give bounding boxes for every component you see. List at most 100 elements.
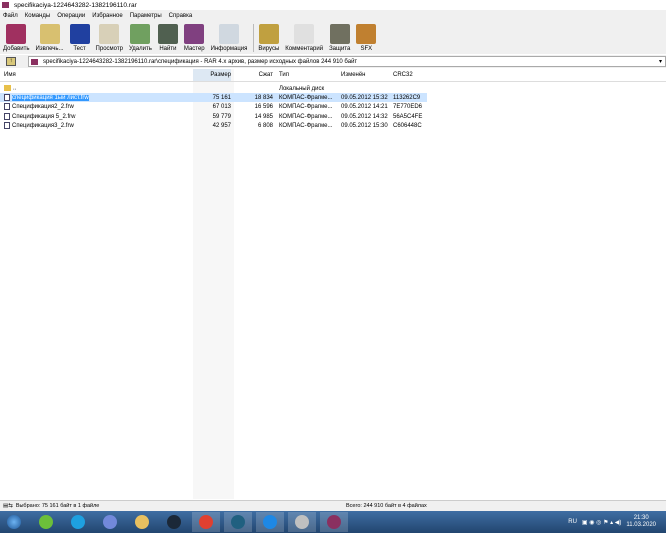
title-bar: specifikaciya-1224643282-1382196110.rar [0, 0, 666, 10]
file-crc: 113262C9 [393, 94, 421, 101]
utorrent-icon [39, 515, 53, 529]
toolbar-label: Мастер [183, 46, 205, 52]
frw-file-icon [4, 112, 10, 120]
taskbar-app-explorer[interactable] [128, 512, 156, 532]
list-header: Имя Размер Сжат Тип Изменён CRC32 [0, 69, 666, 82]
clock[interactable]: 21:30 11.03.2020 [626, 515, 656, 529]
menu-file[interactable]: Файл [3, 13, 18, 19]
column-size[interactable]: Размер [193, 69, 231, 81]
toolbar-label: Защита [329, 46, 351, 52]
file-size: 67 013 [212, 104, 231, 110]
file-modified: 09.05.2012 14:32 [341, 113, 388, 120]
chrome-icon [199, 515, 213, 529]
tool-app-icon [295, 515, 309, 529]
toolbar-button-5[interactable]: Найти [157, 24, 178, 52]
date: 11.03.2020 [626, 522, 656, 528]
file-size: 75 161 [212, 94, 231, 101]
column-name[interactable]: Имя [4, 72, 16, 78]
file-type: КОМПАС-Фрагме... [279, 123, 333, 129]
toolbar-button-7[interactable]: Информация [210, 24, 248, 52]
frw-file-icon [4, 103, 10, 111]
toolbar-button-8[interactable]: Вирусы [258, 24, 279, 52]
file-type: КОМПАС-Фрагме... [279, 94, 333, 101]
taskbar-app-heart-app[interactable] [256, 512, 284, 532]
file-size: 42 957 [212, 123, 231, 129]
protect-icon [329, 24, 350, 44]
toolbar-button-4[interactable]: Удалить [129, 24, 152, 52]
menu-commands[interactable]: Команды [25, 13, 50, 19]
toolbar-label: Найти [159, 46, 177, 52]
up-folder-button[interactable]: ↑ [6, 57, 16, 66]
sfx-icon [356, 24, 377, 44]
menu-operations[interactable]: Операции [57, 13, 85, 19]
taskbar-app-winrar[interactable] [320, 512, 348, 532]
toolbar-label: Вирусы [258, 46, 280, 52]
toolbar-button-10[interactable]: Защита [329, 24, 350, 52]
address-bar: ↑ specifikaciya-1224643282-1382196110.ra… [0, 55, 666, 68]
folder-icon [4, 85, 11, 92]
toolbar-button-0[interactable]: Добавить [3, 24, 30, 52]
language-indicator[interactable]: RU [568, 519, 577, 525]
taskbar-app-kompas[interactable] [224, 512, 252, 532]
chevron-down-icon[interactable]: ▾ [659, 58, 665, 65]
file-type: КОМПАС-Фрагме... [279, 104, 333, 110]
file-name-cell: Спецификация3_2.frw [4, 122, 74, 130]
taskbar: RU ▣ ◉ ◎ ⚑ ▴ ◀) 21:30 11.03.2020 [0, 511, 666, 533]
menu-bar: Файл Команды Операции Избранное Параметр… [0, 10, 666, 21]
kompas-icon [231, 515, 245, 529]
file-modified: 09.05.2012 14:21 [341, 104, 388, 110]
taskbar-app-chrome[interactable] [192, 512, 220, 532]
address-path: specifikaciya-1224643282-1382196110.rar\… [43, 58, 358, 65]
frw-file-icon [4, 122, 10, 130]
add-archive-icon [6, 24, 27, 44]
taskbar-app-discord[interactable] [96, 512, 124, 532]
menu-help[interactable]: Справка [169, 13, 193, 19]
taskbar-app-steam[interactable] [160, 512, 188, 532]
toolbar-button-11[interactable]: SFX [356, 24, 377, 52]
tray-icons[interactable]: ▣ ◉ ◎ ⚑ ▴ ◀) [582, 519, 621, 526]
file-type: КОМПАС-Фрагме... [279, 113, 333, 120]
drive-icon: ▤⇆ [3, 503, 13, 509]
file-name: Спецификация 5_2.frw [12, 114, 76, 121]
delete-icon [130, 24, 151, 44]
file-crc: 56A5C4FE [393, 113, 423, 120]
toolbar-button-2[interactable]: Тест [69, 24, 90, 52]
toolbar-button-9[interactable]: Комментарий [285, 24, 323, 52]
address-field[interactable]: specifikaciya-1224643282-1382196110.rar\… [28, 56, 666, 67]
parent-type: Локальный диск [279, 85, 325, 92]
toolbar-label: Извлечь... [35, 46, 64, 52]
discord-icon [103, 515, 117, 529]
taskbar-app-skype[interactable] [64, 512, 92, 532]
winrar-icon [327, 515, 341, 529]
column-type[interactable]: Тип [279, 72, 289, 78]
skype-icon [71, 515, 85, 529]
column-modified[interactable]: Изменён [341, 72, 366, 78]
file-row[interactable]: Спецификация2_2.frw 67 013 16 596 КОМПАС… [0, 103, 666, 112]
toolbar-label: Информация [210, 46, 248, 52]
file-name: спецификация 1ый лист.frw [12, 95, 89, 102]
file-row[interactable]: Спецификация3_2.frw 42 957 6 808 КОМПАС-… [0, 122, 666, 131]
parent-folder-row[interactable]: .. Локальный диск [0, 84, 666, 93]
toolbar-button-6[interactable]: Мастер [184, 24, 205, 52]
start-button[interactable] [0, 512, 28, 532]
toolbar-button-3[interactable]: Просмотр [96, 24, 123, 52]
menu-favorites[interactable]: Избранное [92, 13, 122, 19]
taskbar-app-utorrent[interactable] [32, 512, 60, 532]
toolbar-label: Комментарий [285, 46, 324, 52]
toolbar-label: Тест [73, 46, 86, 52]
status-selected: Выбрано: 75 161 байт в 1 файле [15, 503, 100, 509]
file-packed: 18 834 [254, 94, 273, 101]
toolbar-label: SFX [360, 46, 373, 52]
file-row[interactable]: Спецификация 5_2.frw 59 779 14 985 КОМПА… [0, 112, 666, 121]
heart-app-icon [263, 515, 277, 529]
menu-options[interactable]: Параметры [130, 13, 162, 19]
toolbar-button-1[interactable]: Извлечь... [36, 24, 64, 52]
file-packed: 14 985 [254, 113, 273, 120]
column-crc[interactable]: CRC32 [393, 72, 413, 78]
extract-icon [39, 24, 60, 44]
taskbar-app-tool-app[interactable] [288, 512, 316, 532]
winrar-icon [2, 2, 9, 8]
file-row[interactable]: спецификация 1ый лист.frw 75 161 18 834 … [0, 93, 666, 102]
column-packed[interactable]: Сжат [234, 72, 273, 78]
file-modified: 09.05.2012 15:32 [341, 94, 388, 101]
